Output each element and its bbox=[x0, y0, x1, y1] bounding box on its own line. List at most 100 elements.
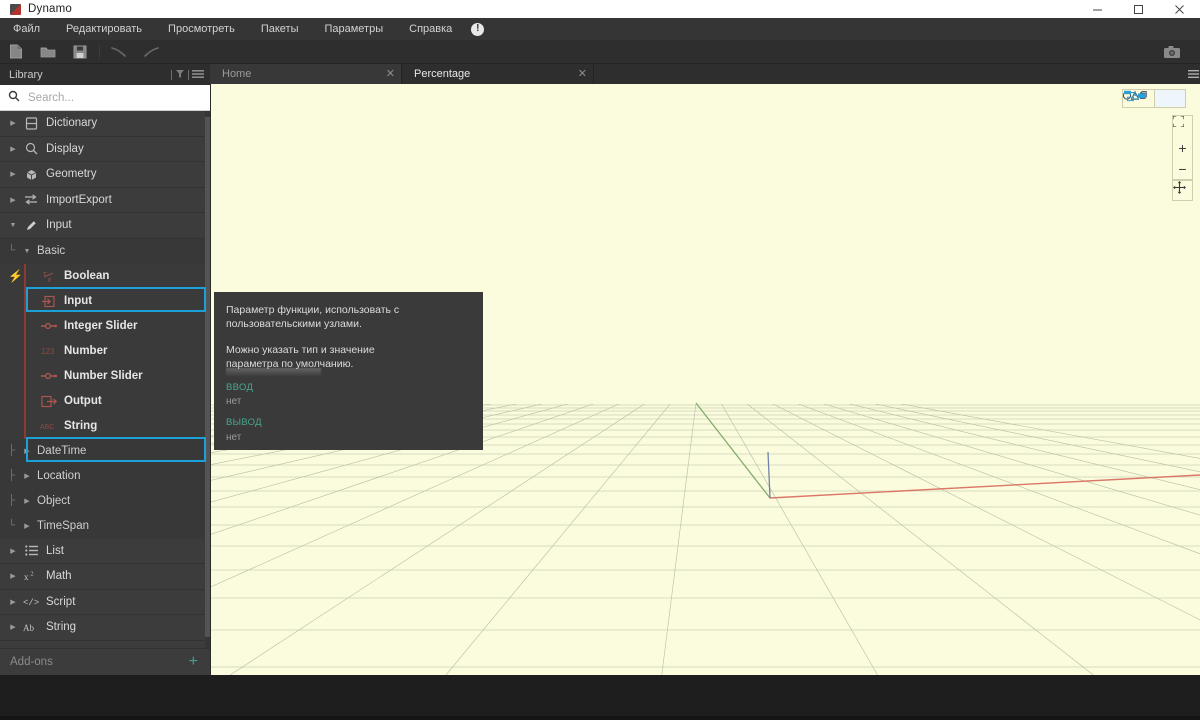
tooltip-input-label: ВВОД bbox=[226, 382, 254, 393]
close-icon[interactable]: ✕ bbox=[386, 68, 395, 80]
library-scrollbar[interactable] bbox=[205, 111, 210, 648]
minimize-button[interactable] bbox=[1077, 0, 1118, 18]
title-bar: Dynamo bbox=[0, 0, 1200, 18]
menu-help[interactable]: Справка bbox=[396, 18, 465, 40]
sidebar-subgroup-timespan[interactable]: └ ▶ TimeSpan bbox=[0, 513, 210, 539]
library-node-input[interactable]: Input bbox=[0, 288, 210, 314]
window-title: Dynamo bbox=[28, 3, 73, 15]
geometry-icon bbox=[20, 168, 42, 181]
lightning-bolt-icon: ⚡ bbox=[8, 269, 23, 283]
chevron-right-icon: ▶ bbox=[10, 547, 16, 555]
hamburger-icon[interactable] bbox=[1186, 64, 1200, 84]
maximize-button[interactable] bbox=[1118, 0, 1159, 18]
svg-text:</>: </> bbox=[23, 598, 39, 607]
tool-bar bbox=[0, 40, 1200, 64]
alert-badge-icon[interactable]: ! bbox=[471, 22, 485, 36]
library-node-number-slider[interactable]: Number Slider bbox=[0, 363, 210, 389]
tab-percentage[interactable]: Percentage ✕ bbox=[402, 64, 594, 84]
toolbar-divider bbox=[99, 44, 100, 59]
new-file-icon[interactable] bbox=[0, 40, 32, 64]
list-icon bbox=[20, 545, 42, 556]
list-menu-icon[interactable] bbox=[192, 66, 204, 84]
svg-text:ABC: ABC bbox=[40, 424, 54, 431]
sidebar-subgroup-label: Object bbox=[37, 495, 71, 507]
tooltip-description-line-2: Можно указать тип и значение параметра п… bbox=[226, 344, 375, 370]
library-node-number[interactable]: 123 Number bbox=[0, 338, 210, 364]
library-node-label: Integer Slider bbox=[64, 320, 138, 332]
group-line bbox=[24, 363, 26, 389]
input-pencil-icon bbox=[20, 219, 42, 232]
header-divider-2 bbox=[188, 69, 189, 80]
viewport-zoom-controls: + − bbox=[1172, 115, 1193, 180]
math-x2-icon: x2 bbox=[20, 570, 42, 583]
sidebar-item-display[interactable]: ▶ Display bbox=[0, 136, 210, 162]
close-icon[interactable]: ✕ bbox=[578, 68, 587, 80]
tree-elbow-icon: ├ bbox=[8, 495, 16, 506]
sidebar-item-importexport[interactable]: ▶ ImportExport bbox=[0, 187, 210, 213]
string-abc-icon: ABC bbox=[36, 421, 62, 431]
library-tree: ▶ Dictionary ▶ Display ▶ Geometry ▶ Impo… bbox=[0, 111, 210, 648]
redo-icon[interactable] bbox=[135, 40, 167, 64]
library-node-string[interactable]: ABC String bbox=[0, 413, 210, 439]
plus-icon[interactable]: + bbox=[189, 654, 198, 670]
header-divider bbox=[171, 69, 172, 80]
sidebar-subgroup-label: TimeSpan bbox=[37, 520, 89, 532]
workspace-tabs: Home ✕ Percentage ✕ bbox=[210, 64, 1200, 84]
zoom-in-button[interactable]: + bbox=[1173, 137, 1192, 158]
filter-icon[interactable] bbox=[175, 66, 185, 84]
sidebar-subgroup-location[interactable]: ├ ▶ Location bbox=[0, 463, 210, 489]
add-ons-bar[interactable]: Add-ons + bbox=[0, 648, 210, 675]
screenshot-camera-icon[interactable] bbox=[1156, 40, 1188, 64]
undo-icon[interactable] bbox=[103, 40, 135, 64]
sidebar-subgroup-object[interactable]: ├ ▶ Object bbox=[0, 488, 210, 514]
zoom-out-button[interactable]: − bbox=[1173, 158, 1192, 179]
menu-edit[interactable]: Редактировать bbox=[53, 18, 155, 40]
save-file-icon[interactable] bbox=[64, 40, 96, 64]
sidebar-item-dictionary[interactable]: ▶ Dictionary bbox=[0, 111, 210, 137]
sidebar-subgroup-basic[interactable]: └ ▼ Basic bbox=[0, 238, 210, 264]
pan-move-icon[interactable] bbox=[1172, 180, 1193, 201]
sidebar-item-geometry[interactable]: ▶ Geometry bbox=[0, 162, 210, 188]
library-node-output[interactable]: Output bbox=[0, 388, 210, 414]
axis-y-line bbox=[695, 402, 771, 499]
tree-elbow-icon: └ bbox=[8, 520, 16, 531]
sidebar-subgroup-label: DateTime bbox=[37, 445, 87, 457]
group-line bbox=[24, 288, 26, 314]
group-line bbox=[24, 313, 26, 339]
library-node-integer-slider[interactable]: Integer Slider bbox=[0, 313, 210, 339]
sidebar-item-input[interactable]: ▼ Input bbox=[0, 213, 210, 239]
slider-icon bbox=[36, 371, 62, 381]
sidebar-item-script[interactable]: ▶ </> Script bbox=[0, 589, 210, 615]
close-button[interactable] bbox=[1159, 0, 1200, 18]
library-node-boolean[interactable]: ⚡ TF Boolean bbox=[0, 263, 210, 289]
library-search-box[interactable] bbox=[0, 85, 210, 111]
menu-view[interactable]: Просмотреть bbox=[155, 18, 248, 40]
zoom-fit-icon[interactable] bbox=[1173, 116, 1192, 137]
sidebar-item-label: Dictionary bbox=[46, 117, 98, 130]
display-icon bbox=[20, 142, 42, 155]
sidebar-item-string[interactable]: ▶ Ab String bbox=[0, 615, 210, 641]
open-file-icon[interactable] bbox=[32, 40, 64, 64]
menu-packages[interactable]: Пакеты bbox=[248, 18, 312, 40]
chevron-right-icon: ▶ bbox=[10, 598, 16, 606]
menu-settings[interactable]: Параметры bbox=[311, 18, 396, 40]
importexport-icon bbox=[20, 193, 42, 206]
tab-home[interactable]: Home ✕ bbox=[210, 64, 402, 84]
sidebar-subgroup-datetime[interactable]: ├ ▶ DateTime bbox=[0, 438, 210, 464]
sidebar-item-label: Math bbox=[46, 570, 72, 583]
menu-file[interactable]: Файл bbox=[0, 18, 53, 40]
svg-text:2: 2 bbox=[30, 572, 33, 578]
sidebar-item-label: List bbox=[46, 544, 64, 557]
search-input[interactable] bbox=[28, 91, 193, 104]
tree-elbow-icon: └ bbox=[8, 245, 16, 256]
library-title: Library bbox=[9, 68, 43, 81]
sidebar-item-label: ImportExport bbox=[46, 193, 112, 206]
search-icon bbox=[8, 89, 20, 107]
slider-icon bbox=[36, 321, 62, 331]
tooltip-output-value: нет bbox=[226, 432, 242, 443]
graph-view-button[interactable] bbox=[1124, 90, 1185, 107]
dynamo-window: Dynamo Файл Редактировать Просмотреть Па… bbox=[0, 0, 1200, 720]
group-line bbox=[24, 338, 26, 364]
sidebar-item-math[interactable]: ▶ x2 Math bbox=[0, 564, 210, 590]
sidebar-item-list[interactable]: ▶ List bbox=[0, 538, 210, 564]
